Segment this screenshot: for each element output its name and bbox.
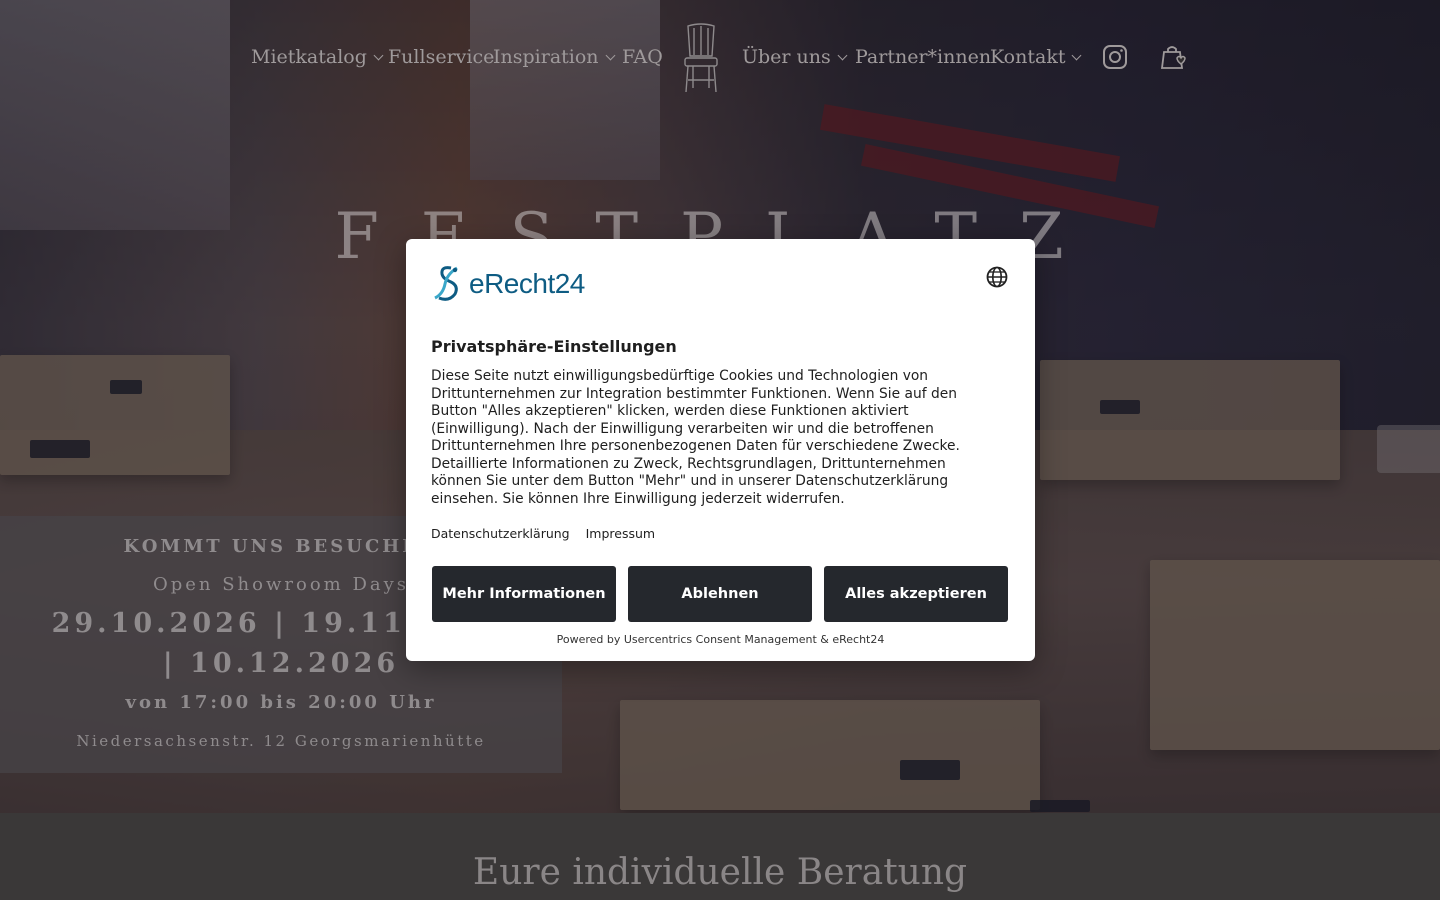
nav-item-kontakt[interactable]: Kontakt [990,46,1082,68]
more-information-button[interactable]: Mehr Informationen [432,566,616,622]
side-tab[interactable] [1377,425,1440,473]
consent-body-text: Diese Seite nutzt einwilligungsbedürftig… [431,368,960,507]
chair-logo-icon[interactable] [680,22,722,94]
accept-all-button[interactable]: Alles akzeptieren [824,566,1008,622]
showroom-time: von 17:00 bis 20:00 Uhr [125,692,437,713]
nav-item-label: Inspiration [493,46,599,68]
shopping-bag-heart-icon[interactable] [1160,44,1186,70]
nav-item-label: Kontakt [990,46,1066,68]
deny-button[interactable]: Ablehnen [628,566,812,622]
nav-item-label: Fullservice [388,46,495,68]
section-title: Eure individuelle Beratung [472,852,968,893]
nav-item-label: Über uns [742,46,831,68]
imprint-link[interactable]: Impressum [586,526,655,541]
instagram-icon[interactable] [1102,44,1128,70]
nav-item-label: Partner*innen [855,46,992,68]
consent-dialog: eRecht24 Privatsphäre-Einstellungen Dies… [406,239,1035,661]
showroom-address: Niedersachsenstr. 12 Georgsmarienhütte [76,732,486,750]
nav-item-inspiration[interactable]: Inspiration [493,46,615,68]
chevron-down-icon [1072,50,1082,60]
consent-links: Datenschutzerklärung Impressum [431,526,667,541]
language-globe-icon[interactable] [986,266,1008,288]
nav-item-fullservice[interactable]: Fullservice [388,46,494,68]
nav-item-ueber-uns[interactable]: Über uns [742,46,848,68]
privacy-policy-link[interactable]: Datenschutzerklärung [431,526,570,541]
nav-item-mietkatalog[interactable]: Mietkatalog [251,46,384,68]
consent-title: Privatsphäre-Einstellungen [431,337,677,356]
erecht24-logo: eRecht24 [431,264,585,304]
nav-item-partner[interactable]: Partner*innen [855,46,991,68]
chevron-down-icon [373,50,384,60]
chevron-down-icon [605,50,615,60]
chevron-down-icon [837,50,848,60]
erecht24-symbol-icon [434,266,458,301]
nav-item-label: FAQ [622,46,663,68]
nav-item-faq[interactable]: FAQ [622,46,663,68]
powered-by-text: Powered by Usercentrics Consent Manageme… [556,633,885,646]
nav-item-label: Mietkatalog [251,46,367,68]
brand-name: eRecht24 [469,268,585,299]
